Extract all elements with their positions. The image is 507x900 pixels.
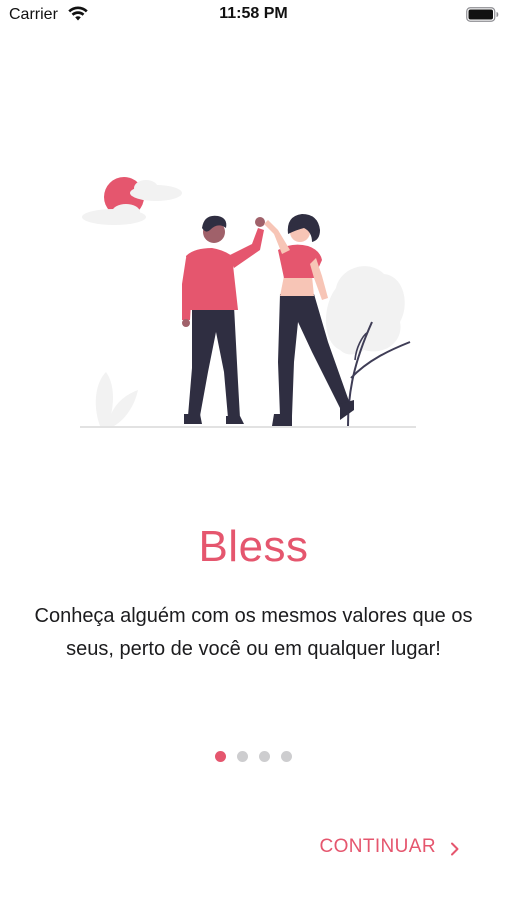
page-dot-4[interactable]: [281, 751, 292, 762]
page-dot-3[interactable]: [259, 751, 270, 762]
continue-label: CONTINUAR: [319, 836, 436, 857]
page-dot-1[interactable]: [215, 751, 226, 762]
chevron-right-icon: [450, 840, 460, 856]
continue-button[interactable]: CONTINUAR: [319, 836, 460, 858]
battery-full-icon: [466, 7, 499, 22]
status-bar: Carrier 11:58 PM: [0, 0, 507, 32]
clock: 11:58 PM: [219, 5, 288, 22]
page-dot-2[interactable]: [237, 751, 248, 762]
high-five-illustration: [78, 172, 418, 430]
page-indicator[interactable]: [0, 751, 507, 762]
onboarding-title: Bless: [198, 522, 309, 571]
onboarding-subtitle: Conheça alguém com os mesmos valores que…: [34, 605, 473, 660]
